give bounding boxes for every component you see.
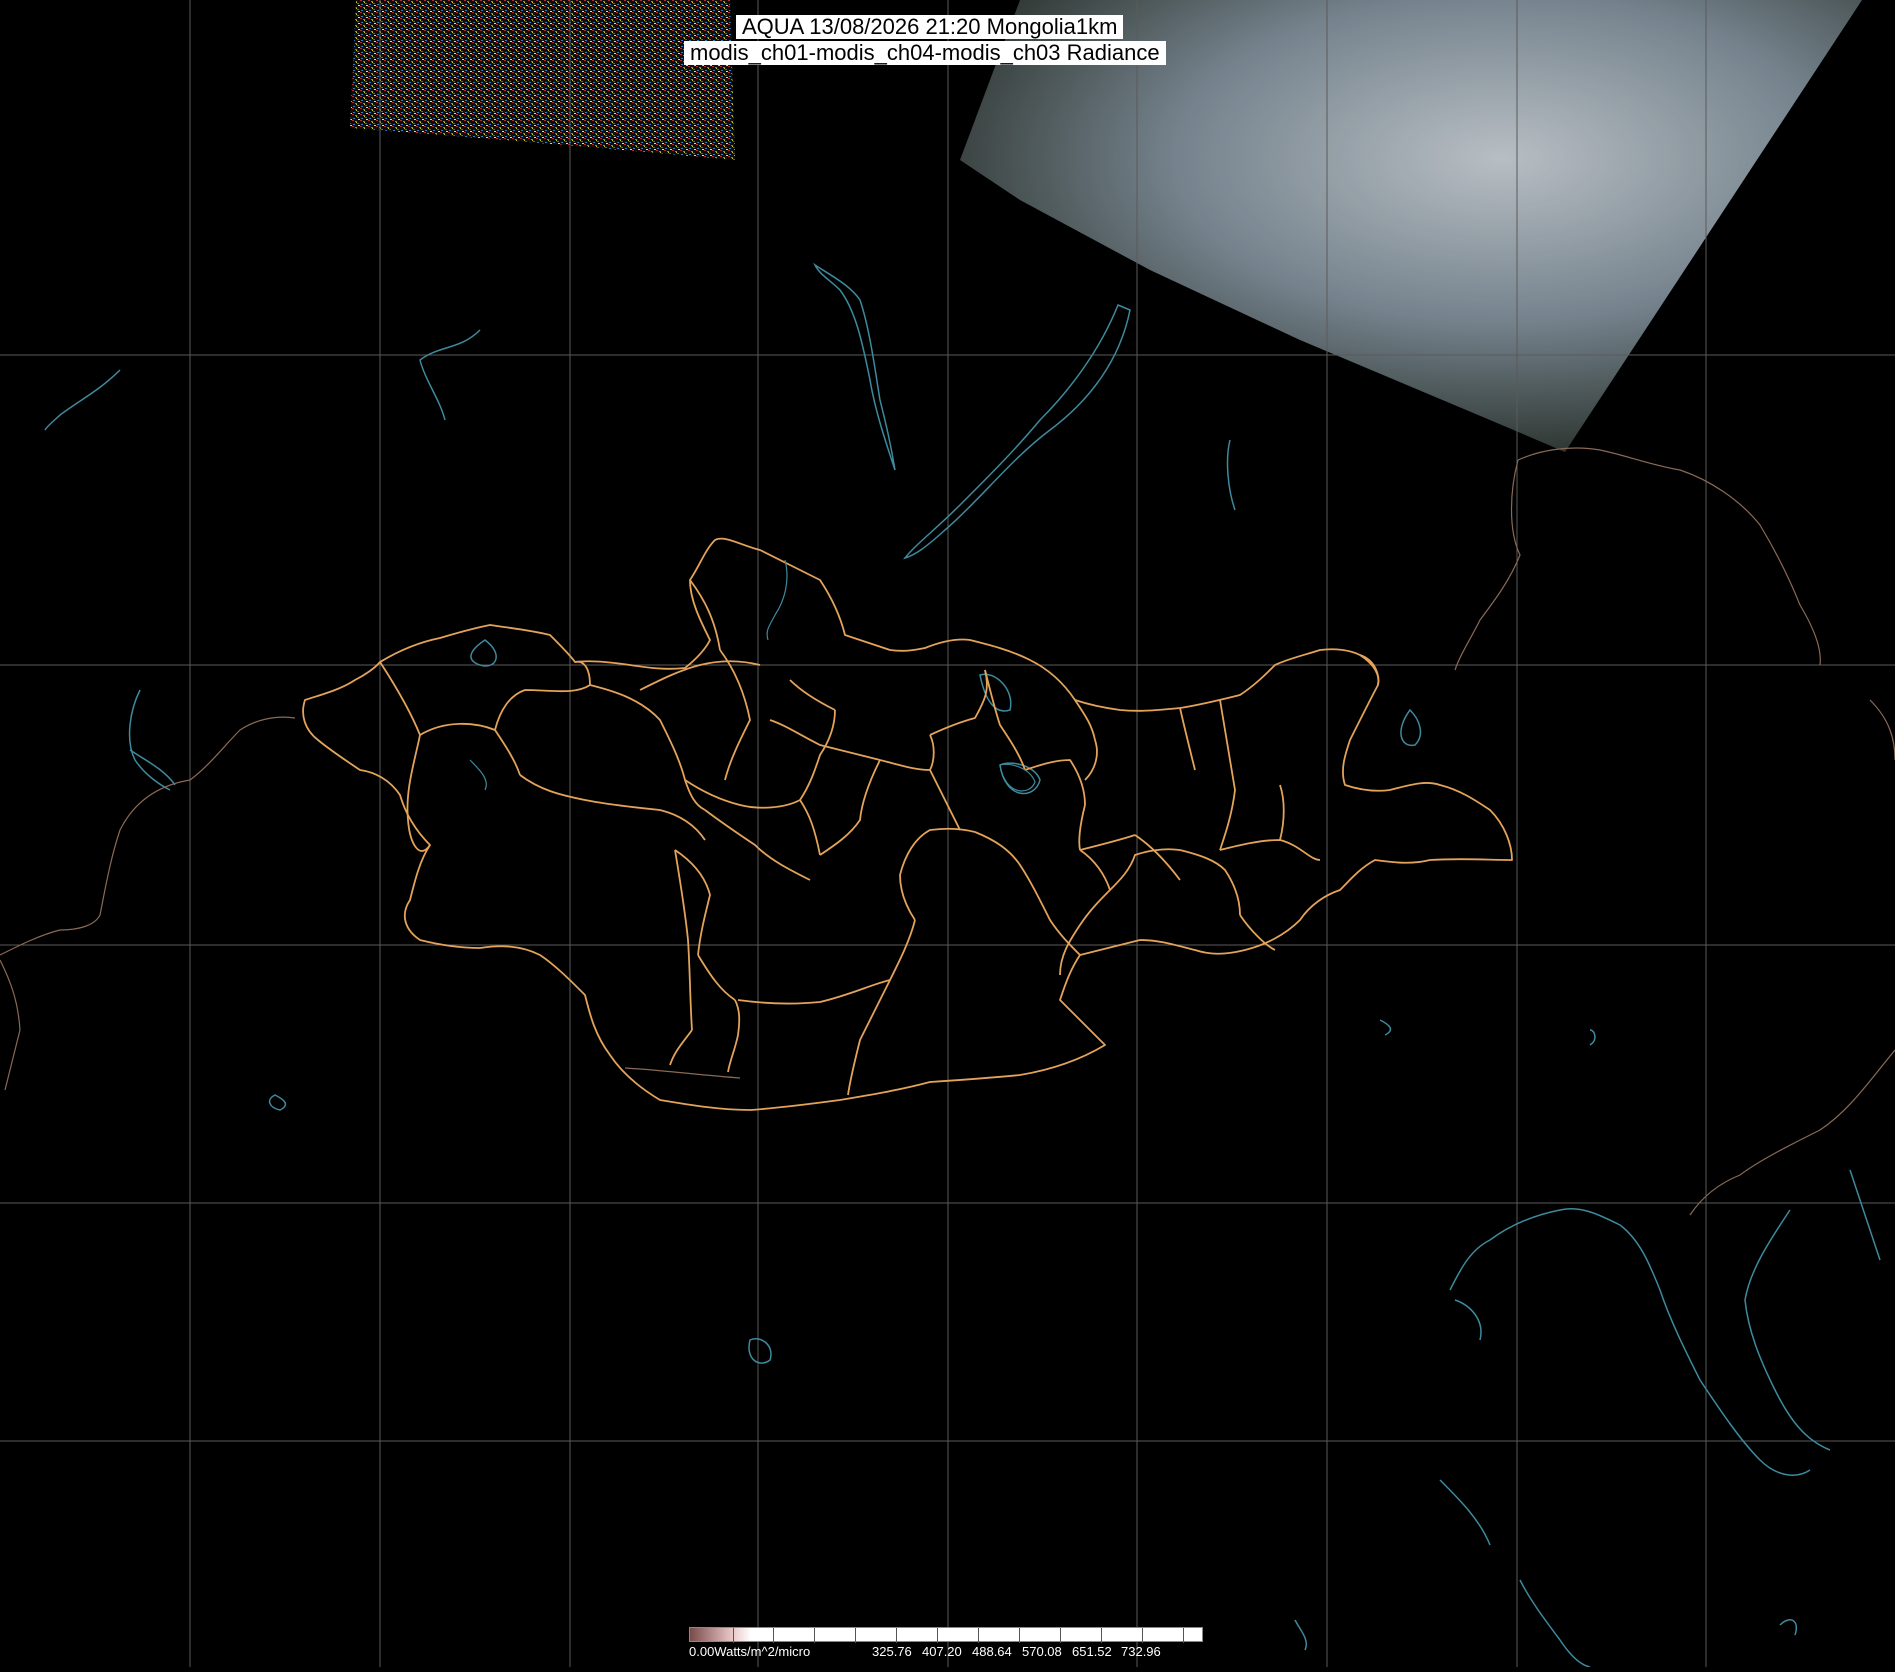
satellite-swath (960, 0, 1862, 452)
legend-tick (1060, 1628, 1061, 1643)
legend-tick (733, 1628, 734, 1643)
legend-tick (773, 1628, 774, 1643)
legend-tick (978, 1628, 979, 1643)
legend-label: 325.76 (872, 1644, 912, 1659)
legend-tick (1183, 1628, 1184, 1643)
inner-lakes (469, 559, 1036, 792)
map-title: AQUA 13/08/2026 21:20 Mongolia1km (736, 15, 1124, 39)
legend-tick (1101, 1628, 1102, 1643)
legend-label: 651.52 (1072, 1644, 1112, 1659)
legend-tick (1019, 1628, 1020, 1643)
legend-label: 732.96 (1121, 1644, 1161, 1659)
coastlines (44, 262, 1881, 1668)
province-borders (302, 537, 1513, 1111)
map-view[interactable]: AQUA 13/08/2026 21:20 Mongolia1km modis_… (0, 0, 1895, 1668)
legend-tick (814, 1628, 815, 1643)
legend-tick (855, 1628, 856, 1643)
legend-tick (896, 1628, 897, 1643)
legend-label: 488.64 (972, 1644, 1012, 1659)
legend-tick (937, 1628, 938, 1643)
map-canvas (0, 0, 1895, 1668)
legend-label-unit: 0.00Watts/m^2/micro (689, 1644, 811, 1659)
color-scale-bar (689, 1627, 1203, 1643)
legend-tick (1142, 1628, 1143, 1643)
map-subtitle: modis_ch01-modis_ch04-modis_ch03 Radianc… (684, 41, 1166, 65)
color-scale-legend: 0.00Watts/m^2/micro 325.76 407.20 488.64… (689, 1627, 1203, 1664)
legend-label: 407.20 (922, 1644, 962, 1659)
noise-strip (350, 0, 735, 160)
legend-label: 570.08 (1022, 1644, 1062, 1659)
